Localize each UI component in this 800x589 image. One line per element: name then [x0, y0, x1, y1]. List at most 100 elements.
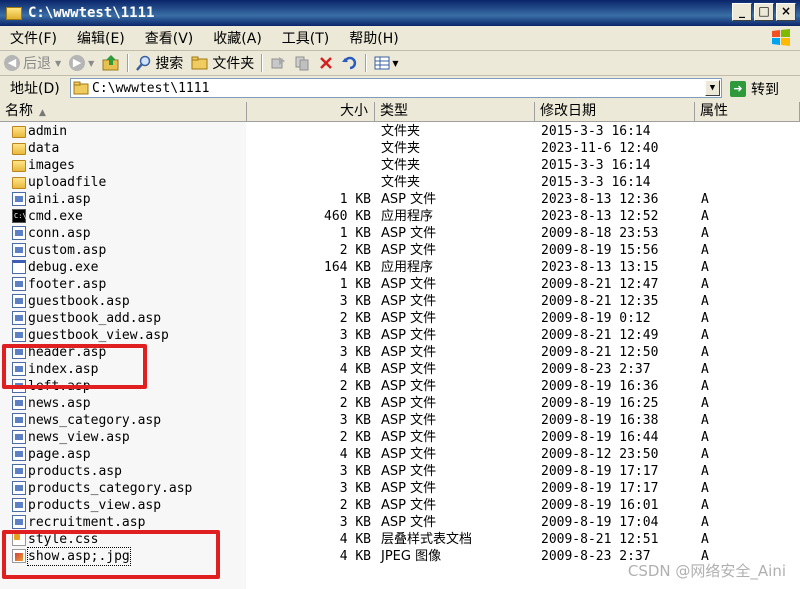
file-type: ASP 文件: [381, 226, 437, 241]
file-row[interactable]: images 文件夹 2015-3-3 16:14: [0, 157, 800, 174]
file-row[interactable]: recruitment.asp 3 KB ASP 文件 2009-8-19 17:04…: [0, 514, 800, 531]
up-folder-button[interactable]: [98, 54, 124, 72]
file-date: 2009-8-21 12:50: [541, 345, 659, 360]
move-to-button[interactable]: [266, 55, 290, 71]
file-type: ASP 文件: [381, 328, 437, 343]
file-size: [246, 174, 371, 191]
menu-file[interactable]: 文件(F): [0, 28, 67, 48]
highlight-box: [2, 530, 220, 579]
menu-favorites[interactable]: 收藏(A): [203, 28, 272, 48]
column-header-name[interactable]: 名称 ▲: [0, 102, 247, 122]
address-label: 地址(D): [10, 81, 60, 97]
go-button[interactable]: ➜ 转到: [730, 79, 779, 99]
file-type: ASP 文件: [381, 277, 437, 292]
file-row[interactable]: C:\ cmd.exe 460 KB 应用程序 2023-8-13 12:52 A: [0, 208, 800, 225]
file-attr: A: [701, 481, 709, 496]
asp-file-icon: [12, 277, 26, 291]
file-row[interactable]: conn.asp 1 KB ASP 文件 2009-8-18 23:53 A: [0, 225, 800, 242]
sort-ascending-icon: ▲: [39, 108, 46, 118]
menu-help[interactable]: 帮助(H): [339, 28, 408, 48]
file-name: uploadfile: [28, 175, 107, 190]
file-name: news.asp: [28, 396, 91, 411]
folders-button[interactable]: 文件夹: [187, 53, 258, 73]
menu-edit[interactable]: 编辑(E): [67, 28, 135, 48]
file-size: 164 KB: [324, 260, 371, 275]
file-row[interactable]: admin 文件夹 2015-3-3 16:14: [0, 123, 800, 140]
search-icon: [136, 55, 151, 71]
file-row[interactable]: aini.asp 1 KB ASP 文件 2023-8-13 12:36 A: [0, 191, 800, 208]
file-row[interactable]: guestbook_view.asp 3 KB ASP 文件 2009-8-21 12…: [0, 327, 800, 344]
file-row[interactable]: debug.exe 164 KB 应用程序 2023-8-13 13:15 A: [0, 259, 800, 276]
file-row[interactable]: products.asp 3 KB ASP 文件 2009-8-19 17:17 A: [0, 463, 800, 480]
column-header-date[interactable]: 修改日期: [535, 102, 695, 122]
file-row[interactable]: guestbook_add.asp 2 KB ASP 文件 2009-8-19 0:1…: [0, 310, 800, 327]
address-input[interactable]: C:\wwwtest\1111 ▼: [70, 78, 722, 98]
file-name: footer.asp: [28, 277, 107, 292]
file-name: aini.asp: [28, 192, 91, 207]
close-button[interactable]: ×: [776, 3, 796, 21]
file-date: 2009-8-21 12:47: [541, 277, 659, 292]
maximize-button[interactable]: □: [754, 3, 774, 21]
file-row[interactable]: custom.asp 2 KB ASP 文件 2009-8-19 15:56 A: [0, 242, 800, 259]
file-size: 3 KB: [339, 345, 371, 360]
file-attr: A: [701, 260, 709, 275]
toolbar-divider: [261, 54, 264, 72]
file-date: 2009-8-12 23:50: [541, 447, 659, 462]
forward-button[interactable]: ▶ ▼: [65, 55, 98, 71]
file-row[interactable]: products_category.asp 3 KB ASP 文件 2009-8-19…: [0, 480, 800, 497]
menu-bar: 文件(F) 编辑(E) 查看(V) 收藏(A) 工具(T) 帮助(H): [0, 26, 800, 51]
go-label: 转到: [751, 82, 779, 98]
views-button[interactable]: ▼: [370, 55, 402, 71]
menu-tools[interactable]: 工具(T): [272, 28, 339, 48]
file-row[interactable]: page.asp 4 KB ASP 文件 2009-8-12 23:50 A: [0, 446, 800, 463]
file-row[interactable]: uploadfile 文件夹 2015-3-3 16:14: [0, 174, 800, 191]
file-type: 文件夹: [381, 175, 421, 190]
column-header-attr[interactable]: 属性: [695, 102, 800, 122]
file-type: 层叠样式表文档: [381, 532, 473, 547]
file-name: admin: [28, 124, 68, 139]
file-name: guestbook_view.asp: [28, 328, 169, 343]
column-header-type[interactable]: 类型: [375, 102, 535, 122]
file-name: guestbook.asp: [28, 294, 130, 309]
file-row[interactable]: products_view.asp 2 KB ASP 文件 2009-8-19 16:…: [0, 497, 800, 514]
file-row[interactable]: data 文件夹 2023-11-6 12:40: [0, 140, 800, 157]
minimize-button[interactable]: _: [732, 3, 752, 21]
file-date: 2009-8-19 17:17: [541, 464, 659, 479]
file-name: cmd.exe: [28, 209, 83, 224]
menu-view[interactable]: 查看(V): [135, 28, 204, 48]
file-size: 1 KB: [339, 226, 371, 241]
file-row[interactable]: footer.asp 1 KB ASP 文件 2009-8-21 12:47 A: [0, 276, 800, 293]
address-dropdown-button[interactable]: ▼: [705, 80, 720, 96]
back-button[interactable]: ◀ 后退 ▼: [0, 53, 65, 73]
file-attr: A: [701, 447, 709, 462]
highlight-box: [2, 344, 147, 389]
column-header-size[interactable]: 大小: [247, 102, 375, 122]
asp-file-icon: [12, 430, 26, 444]
file-name: data: [28, 141, 60, 156]
file-type: JPEG 图像: [381, 549, 442, 564]
search-button[interactable]: 搜索: [132, 53, 187, 73]
file-row[interactable]: news_view.asp 2 KB ASP 文件 2009-8-19 16:44 A: [0, 429, 800, 446]
file-name: guestbook_add.asp: [28, 311, 162, 326]
file-attr: A: [701, 413, 709, 428]
undo-button[interactable]: [338, 55, 362, 71]
file-attr: A: [701, 345, 709, 360]
title-bar: C:\wwwtest\1111 _ □ ×: [0, 0, 800, 26]
file-name: products.asp: [28, 464, 122, 479]
file-row[interactable]: news.asp 2 KB ASP 文件 2009-8-19 16:25 A: [0, 395, 800, 412]
toolbar-divider: [127, 54, 130, 72]
folder-icon: [73, 81, 89, 95]
file-row[interactable]: guestbook.asp 3 KB ASP 文件 2009-8-21 12:35 A: [0, 293, 800, 310]
file-attr: A: [701, 192, 709, 207]
asp-file-icon: [12, 481, 26, 495]
file-size: [246, 123, 371, 140]
copy-to-button[interactable]: [290, 55, 314, 71]
file-date: 2023-8-13 12:36: [541, 192, 659, 207]
file-date: 2009-8-18 23:53: [541, 226, 659, 241]
asp-file-icon: [12, 311, 26, 325]
delete-button[interactable]: [314, 55, 338, 71]
asp-file-icon: [12, 328, 26, 342]
window-title: C:\wwwtest\1111: [28, 5, 155, 21]
file-size: 3 KB: [339, 464, 371, 479]
file-row[interactable]: news_category.asp 3 KB ASP 文件 2009-8-19 16:…: [0, 412, 800, 429]
